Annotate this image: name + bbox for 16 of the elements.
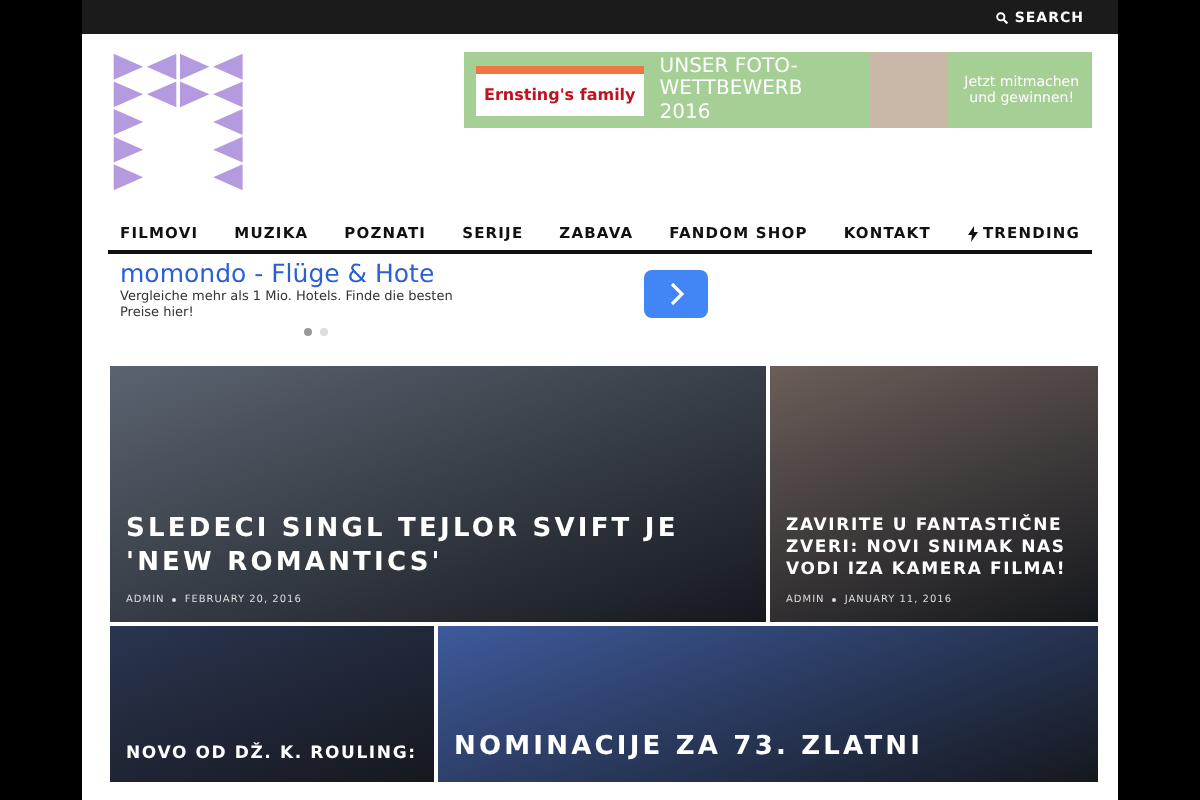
post-card[interactable]: NOVO OD DŽ. K. ROULING: — [110, 626, 434, 782]
post-title[interactable]: NOMINACIJE ZA 73. ZLATNI — [454, 732, 1082, 766]
ad-headline: UNSER FOTO-WETTBEWERB 2016 — [659, 55, 805, 125]
ad-brand: Ernsting's family — [476, 65, 644, 115]
post-title[interactable]: NOVO OD DŽ. K. ROULING: — [126, 743, 418, 766]
post-card[interactable]: NOMINACIJE ZA 73. ZLATNI — [438, 626, 1098, 782]
post-title[interactable]: SLEDECI SINGL TEJLOR SVIFT JE 'NEW ROMANTICS' — [126, 514, 750, 582]
carousel-dot[interactable] — [320, 328, 328, 336]
carousel-dot[interactable] — [304, 328, 312, 336]
post-title[interactable]: ZAVIRITE U FANTASTIČNE ZVERI: NOVI SNIMAK NAS VODI IZA KAMERA FILMA! — [786, 515, 1082, 582]
ad-title[interactable]: momondo - Flüge & Hote — [120, 258, 484, 288]
search-icon — [996, 11, 1009, 23]
next-button[interactable] — [644, 270, 708, 318]
lightning-icon — [968, 225, 979, 241]
photo-placeholder — [869, 52, 948, 128]
chevron-right-icon — [668, 282, 684, 306]
